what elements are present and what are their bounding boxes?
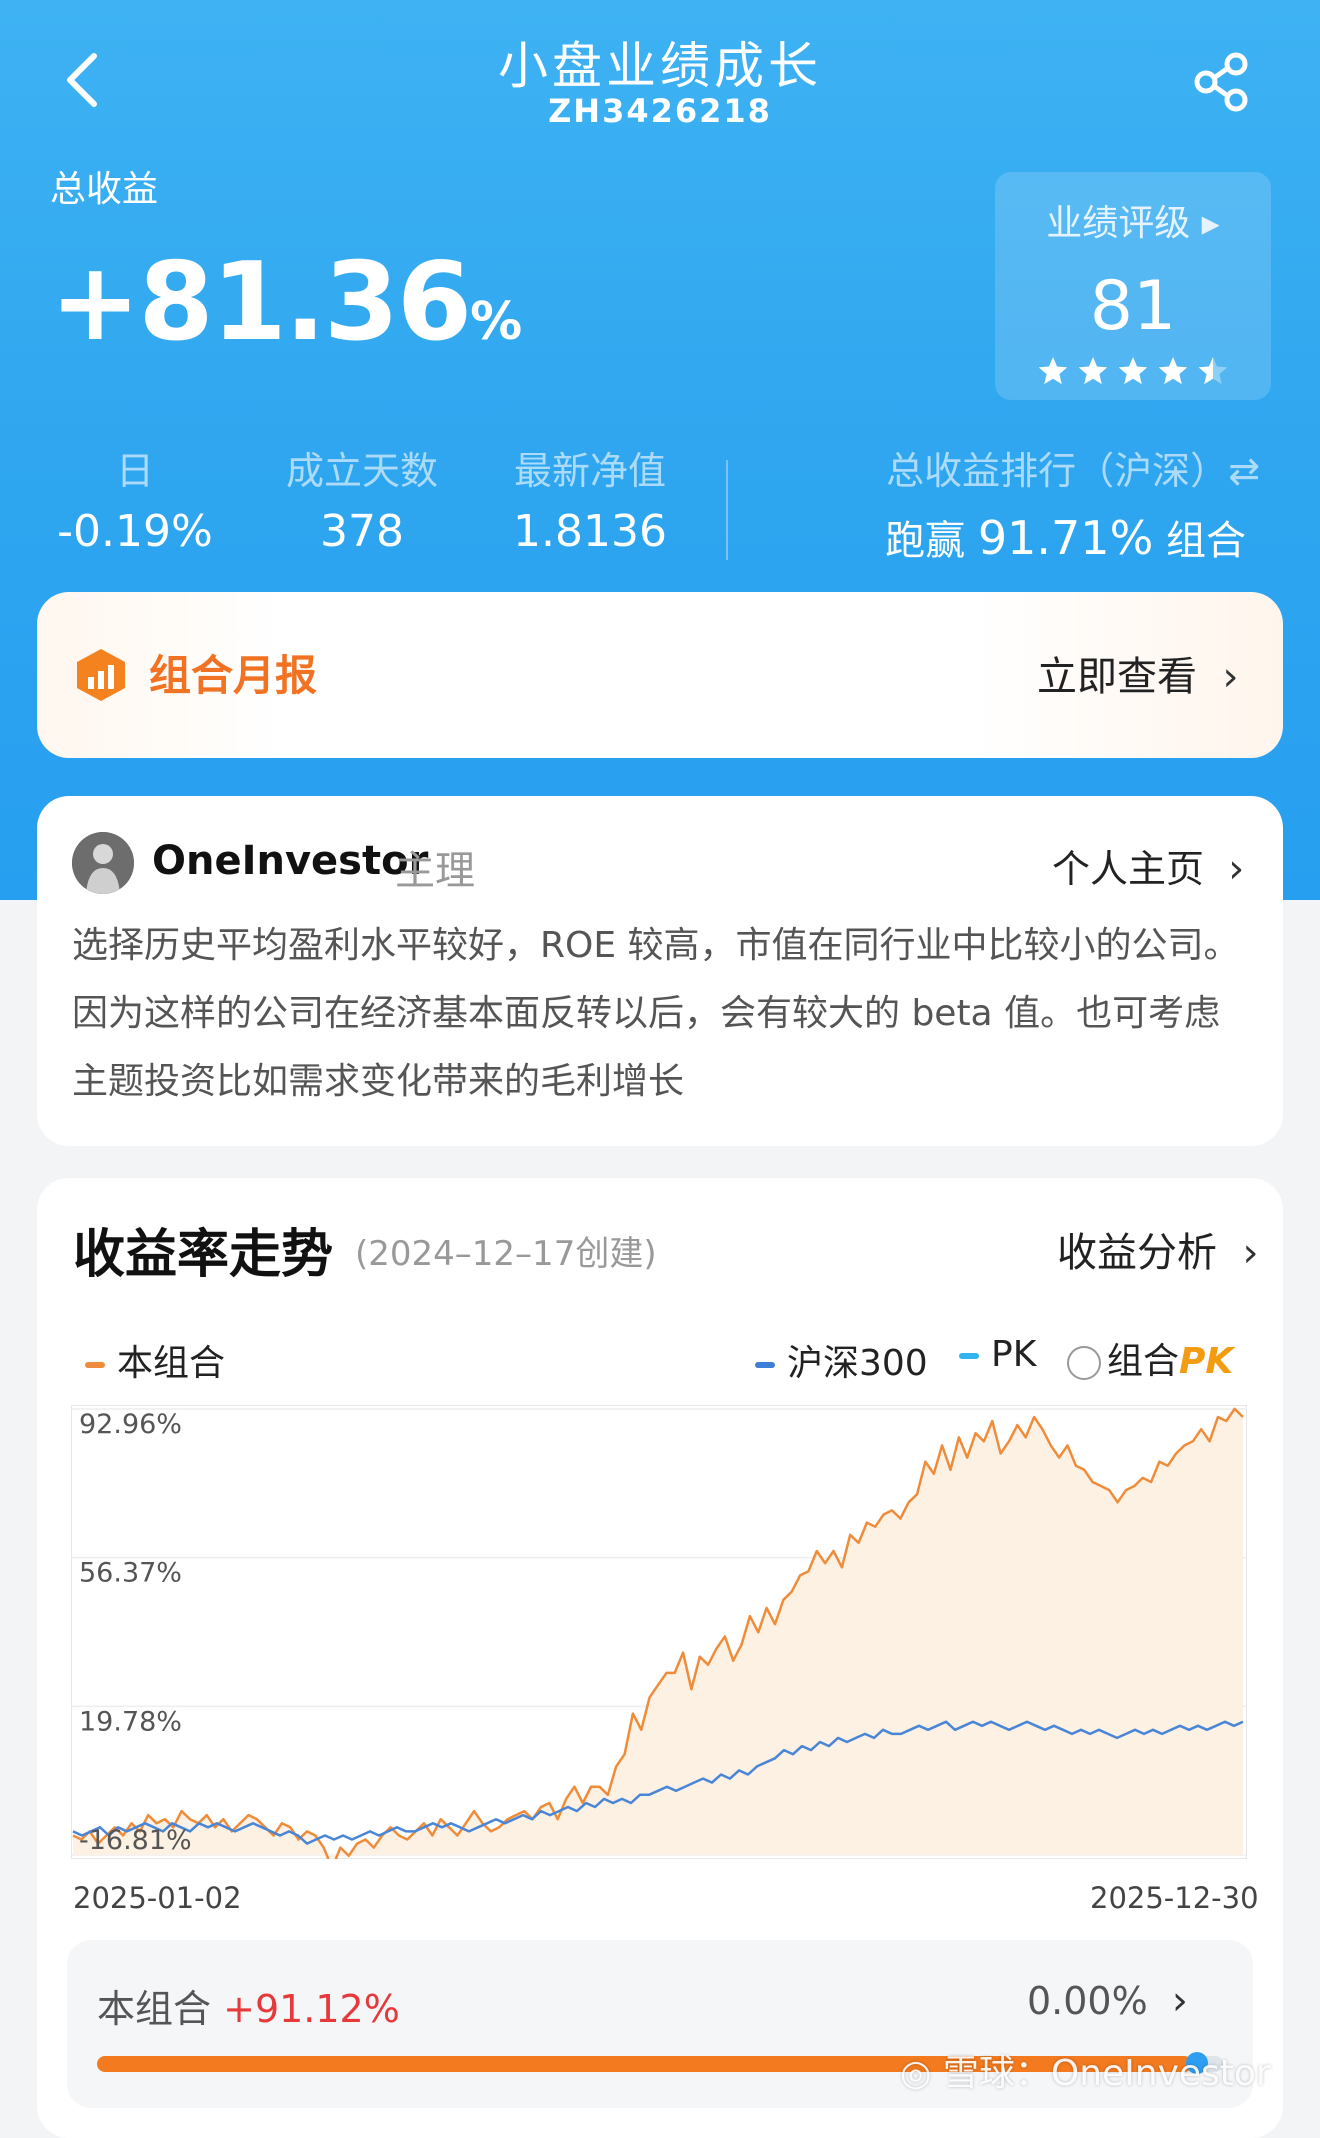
x-axis-end-label: 2025-12-30 [1090,1881,1259,1915]
analysis-label: 收益分析 [1057,1230,1217,1276]
rating-title: 业绩评级 ▸ [1046,203,1220,244]
legend-index-swatch [755,1362,775,1368]
chevron-right-icon: › [1242,1230,1259,1276]
combo-pk-label: 组合 [1107,1341,1180,1382]
y-tick-label: 56.37% [79,1558,182,1589]
avatar[interactable] [72,832,134,894]
star-icon [1038,357,1068,385]
page-title: 小盘业绩成长 [498,37,822,95]
legend-pk[interactable]: PK [959,1334,1036,1375]
rank-label[interactable]: 总收益排行（沪深）⇄ [800,440,1260,495]
trend-title: 收益率走势 [73,1225,334,1285]
back-arrow-icon[interactable] [60,50,110,110]
manager-card: OneInvestor 主理 个人主页 › 选择历史平均盈利水平较好，ROE 较… [37,796,1283,1146]
rank-suffix: 组合 [1166,518,1246,564]
daily-change-label: 日 [115,449,154,493]
trend-created-date: (2024–12–17创建) [355,1234,657,1274]
legend-pk-swatch [959,1353,979,1359]
days-label: 成立天数 [285,449,438,493]
total-return-unit: % [470,292,522,352]
legend-portfolio-label: 本组合 [117,1343,226,1384]
total-return-value: +81.36% [50,240,522,365]
chevron-right-icon: › [1222,654,1239,700]
combo-pk-toggle[interactable]: 组合PK [1067,1332,1233,1384]
monthly-report-icon [73,647,129,703]
return-chart[interactable]: 92.96% 56.37% 19.78% -16.81% [71,1405,1247,1870]
share-icon[interactable] [1192,50,1252,114]
view-now-label: 立即查看 [1037,654,1197,700]
view-now-link[interactable]: 立即查看 › [1037,644,1238,702]
rating-stars [1035,354,1235,398]
legend-index: 沪深300 [755,1334,928,1386]
manager-role: 主理 [395,848,475,894]
monthly-report-label: 组合月报 [149,651,318,700]
legend-portfolio: 本组合 [85,1334,225,1386]
days-value: 378 [320,506,404,557]
comparison-right-value: 0.00% [1027,1979,1148,2023]
manager-description: 选择历史平均盈利水平较好，ROE 较高，市值在同行业中比较小的公司。因为这样的公… [72,925,1240,1102]
daily-change-value: -0.19% [57,506,213,557]
chevron-right-icon: › [1228,846,1245,892]
rank-percent: 91.71% [977,511,1154,565]
total-return-label: 总收益 [50,169,159,210]
return-trend-card: 收益率走势 (2024–12–17创建) 收益分析 › 本组合 沪深300 PK… [37,1178,1283,2138]
homepage-label: 个人主页 [1052,847,1205,891]
combo-pk-radio[interactable] [1067,1346,1101,1380]
portfolio-code: ZH3426218 [548,92,772,130]
comparison-portfolio: 本组合 +91.12% [97,1978,400,2033]
pk-mark: PK [1179,1341,1234,1382]
rank-value: 跑赢 91.71% 组合 [800,508,1246,566]
rating-score: 81 [1089,267,1177,346]
rank-prefix: 跑赢 [885,518,966,564]
nav-value: 1.8136 [513,506,667,557]
manager-name[interactable]: OneInvestor [152,838,428,884]
nav-label: 最新净值 [513,449,666,493]
legend-index-label: 沪深300 [787,1343,928,1384]
legend-pk-label: PK [991,1334,1037,1375]
performance-rating-card[interactable]: 业绩评级 ▸ 81 [995,172,1271,400]
y-tick-label: -16.81% [79,1825,192,1856]
monthly-report-card[interactable]: 组合月报 立即查看 › [37,592,1283,758]
comparison-portfolio-value: +91.12% [223,1987,400,2031]
star-icon [1118,357,1148,385]
comparison-right: 0.00% › [1027,1978,1188,2024]
personal-homepage-link[interactable]: 个人主页 › [1052,838,1244,893]
y-tick-label: 92.96% [79,1409,182,1440]
legend-portfolio-swatch [85,1362,105,1368]
star-icon [1158,357,1188,385]
star-icon [1078,357,1108,385]
x-axis-start-label: 2025-01-02 [73,1881,242,1915]
stats-divider [726,460,728,560]
total-return-number: +81.36 [50,240,472,365]
comparison-portfolio-label: 本组合 [97,1987,212,2031]
chevron-right-icon: › [1171,1978,1188,2024]
watermark: ◎ 雪球：OneInvestor [900,2053,1271,2094]
y-tick-label: 19.78% [79,1706,182,1737]
return-analysis-link[interactable]: 收益分析 › [1057,1220,1258,1278]
